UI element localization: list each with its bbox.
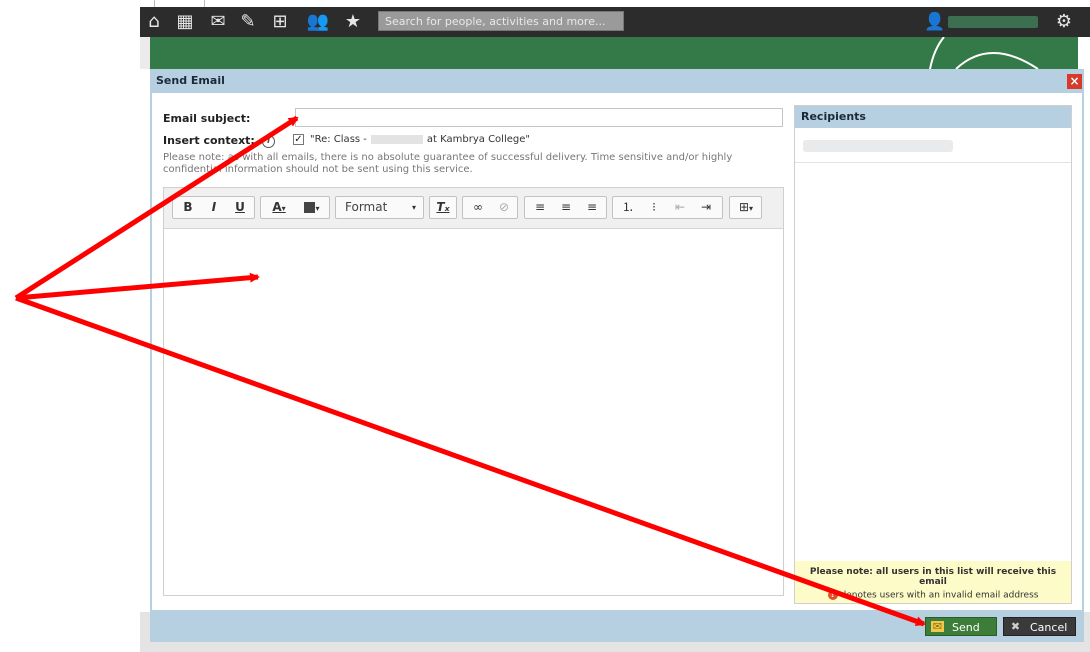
send-button[interactable]: ✉ Send [925, 617, 997, 636]
text-color-label: A [272, 200, 282, 214]
envelope-icon: ✉ [931, 620, 944, 633]
table-icon[interactable]: ⊞▾ [732, 197, 760, 218]
subject-label: Email subject: [163, 112, 251, 125]
basic-format-group: B I U [172, 196, 255, 219]
background-color-button[interactable]: ▾ [297, 197, 327, 218]
rich-text-editor: B I U A▾ ▾ Format ▾ Tₓ ∞ ⊘ ≡ ≡ ≡ ⒈ ⁝ ⇤ ⇥… [163, 187, 784, 596]
align-group: ≡ ≡ ≡ [524, 196, 607, 219]
recipients-note-line2-wrap: ! denotes users with an invalid email add… [795, 590, 1071, 601]
bullet-list-icon[interactable]: ⁝ [642, 197, 666, 218]
strip-divider [154, 0, 155, 7]
underline-button[interactable]: U [228, 197, 252, 218]
recipients-note: Please note: all users in this list will… [795, 561, 1071, 603]
chevron-down-icon: ▾ [411, 203, 416, 212]
clear-format-group: Tₓ [429, 196, 457, 219]
search-input[interactable]: Search for people, activities and more..… [378, 11, 624, 31]
align-center-icon[interactable]: ≡ [554, 197, 578, 218]
grid-icon[interactable]: ⊞ [268, 10, 292, 34]
banner-decoration-icon [929, 37, 1039, 69]
editor-toolbar: B I U A▾ ▾ Format ▾ Tₓ ∞ ⊘ ≡ ≡ ≡ ⒈ ⁝ ⇤ ⇥… [164, 188, 783, 229]
user-name-redacted[interactable] [948, 16, 1038, 28]
dropdown-icon: ▾ [281, 204, 286, 213]
clear-formatting-icon[interactable]: Tₓ [432, 197, 454, 218]
cancel-button[interactable]: ✖ Cancel [1003, 617, 1076, 636]
email-subject-input[interactable] [295, 108, 783, 127]
star-icon[interactable]: ★ [341, 10, 365, 34]
mail-icon[interactable]: ✉ [206, 10, 230, 34]
bold-button[interactable]: B [176, 197, 200, 218]
pencil-icon[interactable]: ✎ [236, 10, 260, 34]
recipient-name-redacted [803, 140, 953, 152]
link-group: ∞ ⊘ [462, 196, 518, 219]
recipient-item[interactable] [795, 130, 1071, 163]
context-label: Insert context: [163, 134, 255, 147]
insert-context-checkbox[interactable]: ✓ [293, 134, 304, 145]
dialog-footer: ✉ Send ✖ Cancel [150, 610, 1084, 642]
send-email-dialog: Send Email × Email subject: Insert conte… [150, 69, 1084, 642]
cancel-label: Cancel [1030, 621, 1068, 634]
close-icon[interactable]: × [1067, 74, 1082, 89]
info-icon[interactable]: i [262, 135, 275, 148]
context-prefix: "Re: Class - [310, 134, 367, 145]
recipients-note-line2: denotes users with an invalid email addr… [840, 590, 1039, 601]
email-body-editor[interactable] [164, 229, 783, 595]
home-icon[interactable]: ⌂ [142, 10, 166, 34]
link-icon[interactable]: ∞ [466, 197, 490, 218]
italic-button[interactable]: I [202, 197, 226, 218]
banner-right-edge [1078, 37, 1090, 69]
dialog-title: Send Email [156, 74, 225, 87]
dropdown-icon: ▾ [315, 204, 320, 213]
warning-icon: ! [827, 590, 838, 600]
calendar-icon[interactable]: ▦ [173, 10, 197, 34]
numbered-list-icon[interactable]: ⒈ [616, 197, 640, 218]
text-color-button[interactable]: A▾ [264, 197, 294, 218]
recipients-panel: Recipients Please note: all users in thi… [794, 105, 1072, 604]
context-text: "Re: Class - at Kambrya College" [310, 134, 530, 145]
dialog-body: Email subject: Insert context: i ✓ "Re: … [152, 93, 1082, 610]
list-group: ⒈ ⁝ ⇤ ⇥ [612, 196, 723, 219]
people-icon[interactable]: 👥 [306, 10, 330, 34]
user-icon[interactable]: 👤 [923, 10, 947, 34]
outdent-icon[interactable]: ⇤ [668, 197, 692, 218]
indent-icon[interactable]: ⇥ [694, 197, 718, 218]
class-name-redacted [370, 134, 423, 144]
unlink-icon[interactable]: ⊘ [492, 197, 516, 218]
recipients-header: Recipients [795, 106, 1071, 128]
delivery-note: Please note: as with all emails, there i… [163, 152, 733, 175]
banner-left-edge [140, 37, 150, 69]
strip-divider [204, 0, 205, 7]
color-group: A▾ ▾ [260, 196, 330, 219]
recipients-note-line1: Please note: all users in this list will… [809, 567, 1057, 587]
top-navbar: ⌂ ▦ ✉ ✎ ⊞ 👥 ★ Search for people, activit… [140, 7, 1090, 37]
gear-icon[interactable]: ⚙ [1052, 10, 1076, 34]
cancel-icon: ✖ [1010, 620, 1021, 633]
format-dropdown[interactable]: Format ▾ [335, 196, 424, 219]
format-label: Format [345, 200, 388, 214]
align-left-icon[interactable]: ≡ [528, 197, 552, 218]
align-right-icon[interactable]: ≡ [580, 197, 604, 218]
context-suffix: at Kambrya College" [426, 134, 530, 145]
table-group: ⊞▾ [729, 196, 762, 219]
send-label: Send [952, 621, 980, 634]
background-color-icon [304, 202, 316, 213]
header-banner [140, 37, 1090, 69]
